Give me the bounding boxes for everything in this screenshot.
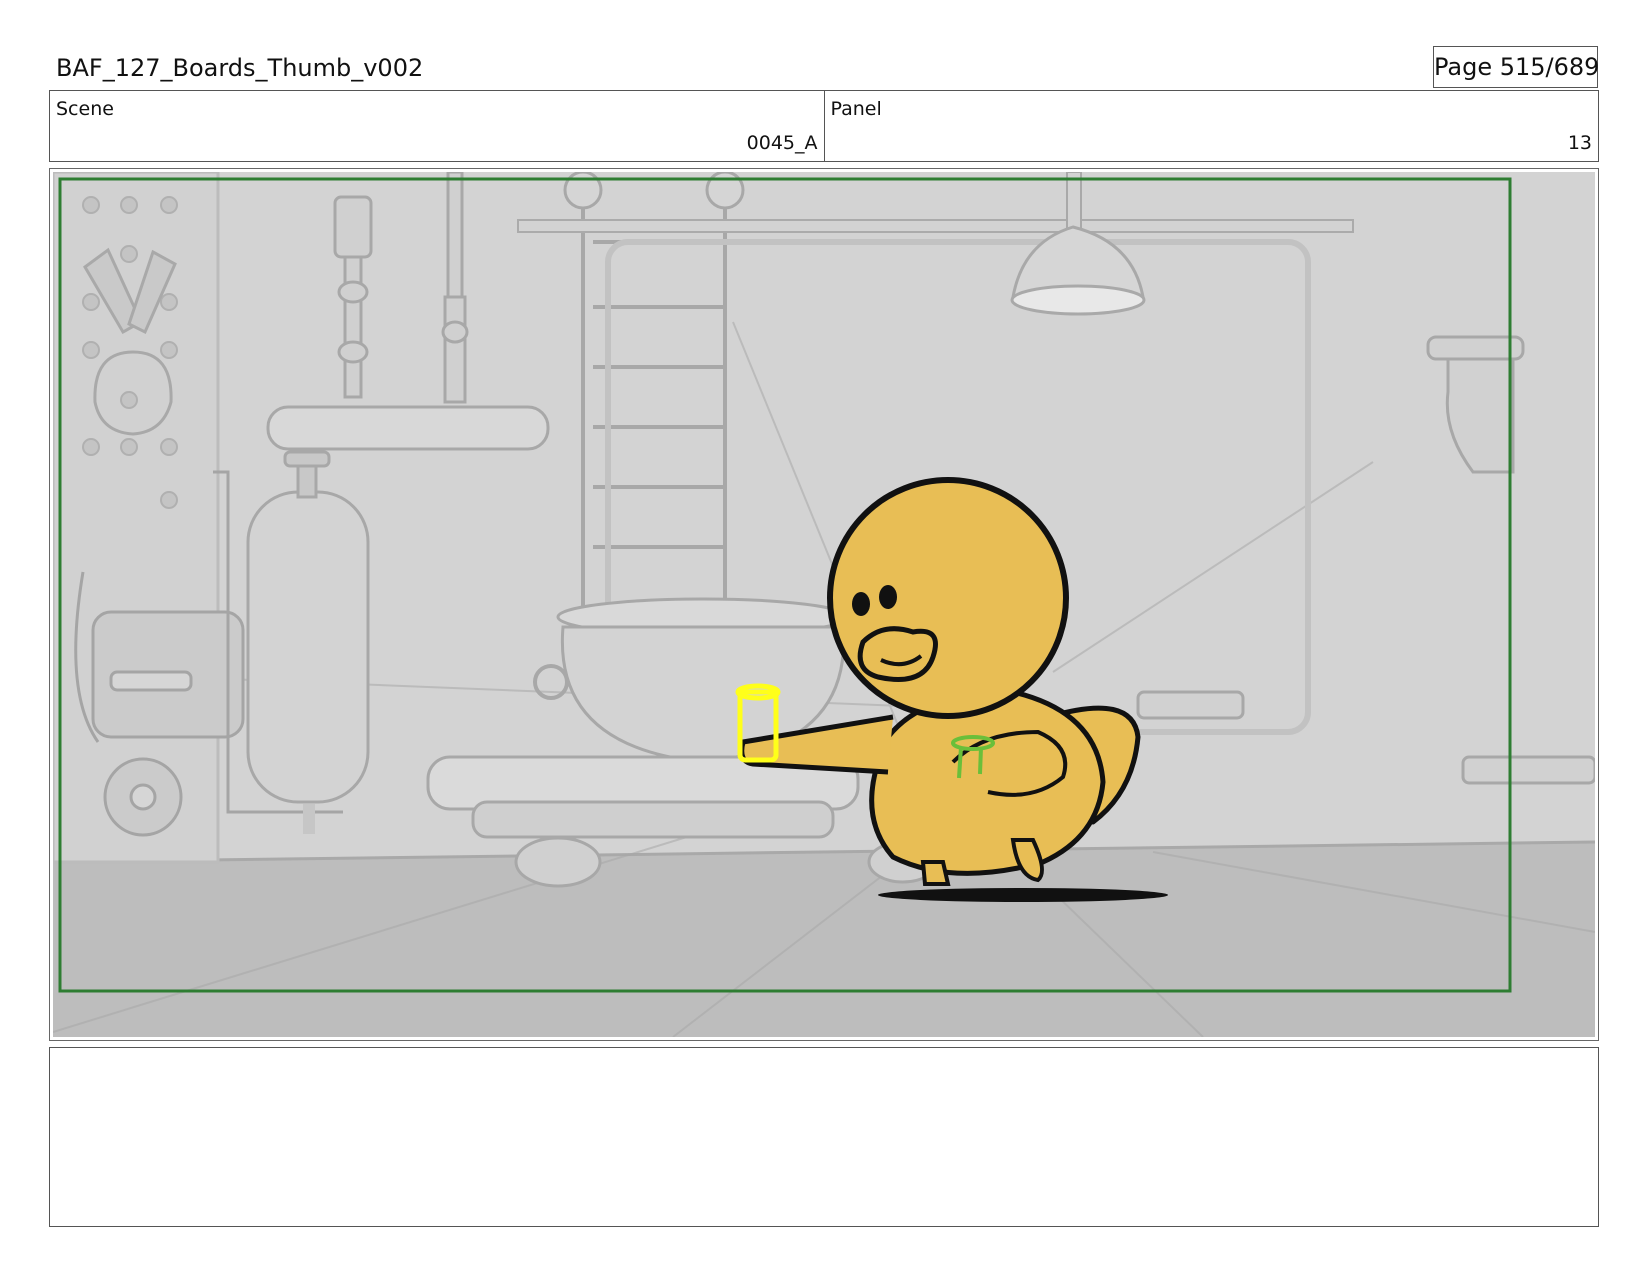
scene-label: Scene bbox=[56, 98, 114, 120]
duck-leg-left bbox=[920, 860, 951, 886]
page-number: Page 515/689 bbox=[1433, 46, 1599, 88]
ceiling-rail bbox=[517, 219, 1354, 233]
storyboard-panel-image bbox=[53, 172, 1595, 1037]
gas-cylinder bbox=[246, 450, 370, 834]
storyboard-panel-frame bbox=[49, 168, 1599, 1041]
round-shelf bbox=[266, 405, 550, 451]
duck-shadow bbox=[878, 888, 1168, 902]
panel-value: 13 bbox=[1567, 132, 1592, 154]
panel-illustration bbox=[53, 172, 1595, 1037]
scene-panel-info-row: Scene 0045_A Panel 13 bbox=[49, 90, 1599, 162]
scene-cell: Scene 0045_A bbox=[50, 91, 824, 161]
panel-notes-box bbox=[49, 1047, 1599, 1227]
duck-eye-right bbox=[879, 585, 897, 609]
duck-eye-left bbox=[852, 592, 870, 616]
scene-value: 0045_A bbox=[746, 132, 818, 154]
panel-label: Panel bbox=[830, 98, 882, 120]
document-title: BAF_127_Boards_Thumb_v002 bbox=[56, 54, 424, 82]
lab-floor bbox=[53, 842, 1595, 1037]
duck-beak bbox=[857, 626, 938, 682]
panel-cell: Panel 13 bbox=[823, 91, 1599, 161]
